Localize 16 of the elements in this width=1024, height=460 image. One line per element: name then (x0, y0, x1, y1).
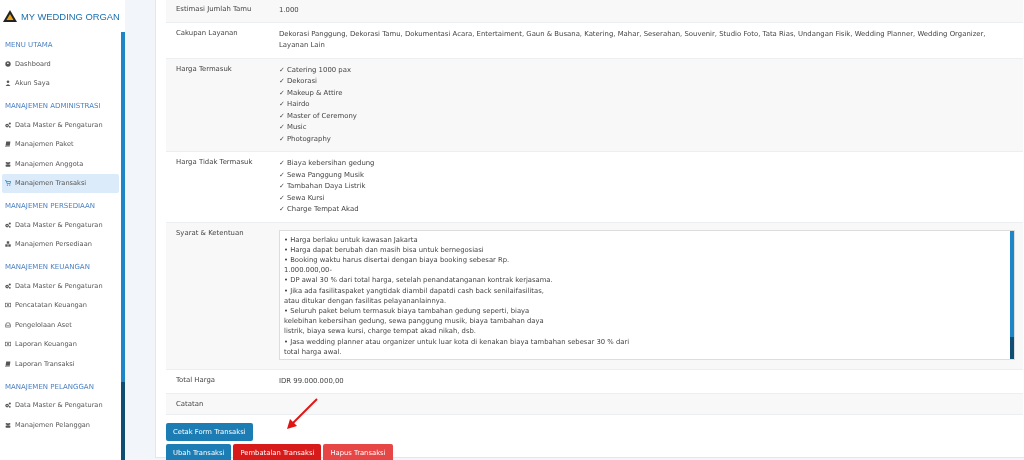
book-icon (5, 360, 11, 367)
gears-icon (5, 121, 11, 128)
globe-icon (5, 60, 11, 67)
user-icon (5, 80, 11, 87)
cart-icon (5, 180, 11, 187)
money-icon (5, 302, 11, 309)
gears-icon (5, 402, 11, 409)
cubes-icon (5, 241, 11, 248)
gears-icon (5, 282, 11, 289)
book-icon (5, 141, 11, 148)
annotation-arrow (286, 397, 320, 431)
inbox-icon (5, 321, 11, 328)
money-icon (5, 341, 11, 348)
gears-icon (5, 221, 11, 228)
brand-name: MY WEDDING ORGAN (21, 10, 120, 22)
logo-icon (3, 10, 17, 22)
